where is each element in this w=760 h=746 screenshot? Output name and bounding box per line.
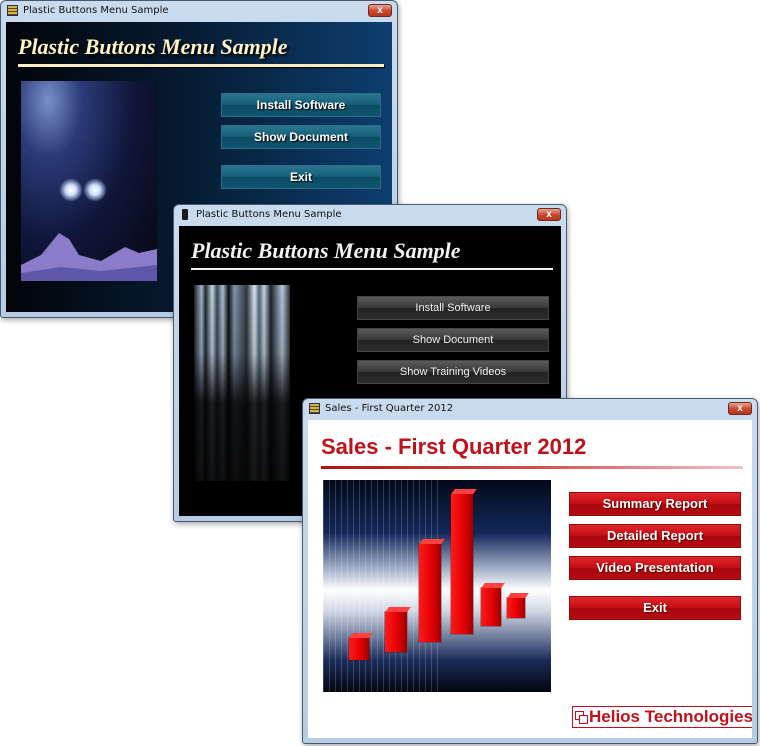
window-title: Sales - First Quarter 2012 — [325, 403, 454, 414]
company-logo: Helios Technologies — [572, 706, 752, 728]
chart-bar-icon — [451, 494, 473, 634]
abstract-image — [194, 285, 290, 481]
video-presentation-button[interactable]: Video Presentation — [569, 556, 741, 580]
show-training-videos-button[interactable]: Show Training Videos — [357, 360, 549, 384]
chart-bar-icon — [385, 612, 407, 652]
sales-heading: Sales - First Quarter 2012 — [321, 434, 587, 459]
heading-divider — [18, 64, 384, 67]
app-icon — [7, 5, 18, 16]
show-document-button[interactable]: Show Document — [357, 328, 549, 352]
star-icon — [83, 178, 107, 202]
window-content: Sales - First Quarter 2012 Summary Repor… — [308, 420, 752, 738]
star-icon — [59, 178, 83, 202]
mountains-icon — [21, 233, 157, 281]
window-sales-menu: Sales - First Quarter 2012 x Sales - Fir… — [302, 398, 758, 744]
chart-bar-icon — [349, 638, 369, 660]
menu-heading: Plastic Buttons Menu Sample — [191, 238, 461, 263]
title-bar[interactable]: Sales - First Quarter 2012 x — [303, 399, 757, 419]
install-software-button[interactable]: Install Software — [357, 296, 549, 320]
chart-bar-icon — [481, 588, 501, 626]
app-icon — [182, 209, 188, 220]
install-software-button[interactable]: Install Software — [221, 93, 381, 117]
close-button[interactable]: x — [537, 208, 561, 221]
app-icon — [309, 403, 320, 414]
logo-squares-icon — [575, 711, 588, 724]
bar-chart-image — [323, 480, 551, 692]
logo-text: Helios Technologies — [589, 707, 752, 726]
heading-divider — [321, 466, 743, 469]
exit-button[interactable]: Exit — [221, 165, 381, 189]
chart-bar-icon — [507, 598, 525, 618]
detailed-report-button[interactable]: Detailed Report — [569, 524, 741, 548]
close-button[interactable]: x — [728, 402, 752, 415]
close-icon: x — [377, 5, 383, 16]
title-bar[interactable]: Plastic Buttons Menu Sample x — [1, 1, 397, 21]
summary-report-button[interactable]: Summary Report — [569, 492, 741, 516]
exit-button[interactable]: Exit — [569, 596, 741, 620]
window-title: Plastic Buttons Menu Sample — [196, 209, 342, 220]
menu-heading: Plastic Buttons Menu Sample — [18, 34, 288, 59]
chart-bar-icon — [419, 544, 441, 642]
close-button[interactable]: x — [368, 4, 392, 17]
heading-divider — [191, 268, 553, 270]
title-bar[interactable]: Plastic Buttons Menu Sample x — [174, 205, 566, 225]
close-icon: x — [546, 209, 552, 220]
space-image — [21, 81, 157, 281]
window-title: Plastic Buttons Menu Sample — [23, 5, 169, 16]
close-icon: x — [737, 403, 743, 414]
show-document-button[interactable]: Show Document — [221, 125, 381, 149]
